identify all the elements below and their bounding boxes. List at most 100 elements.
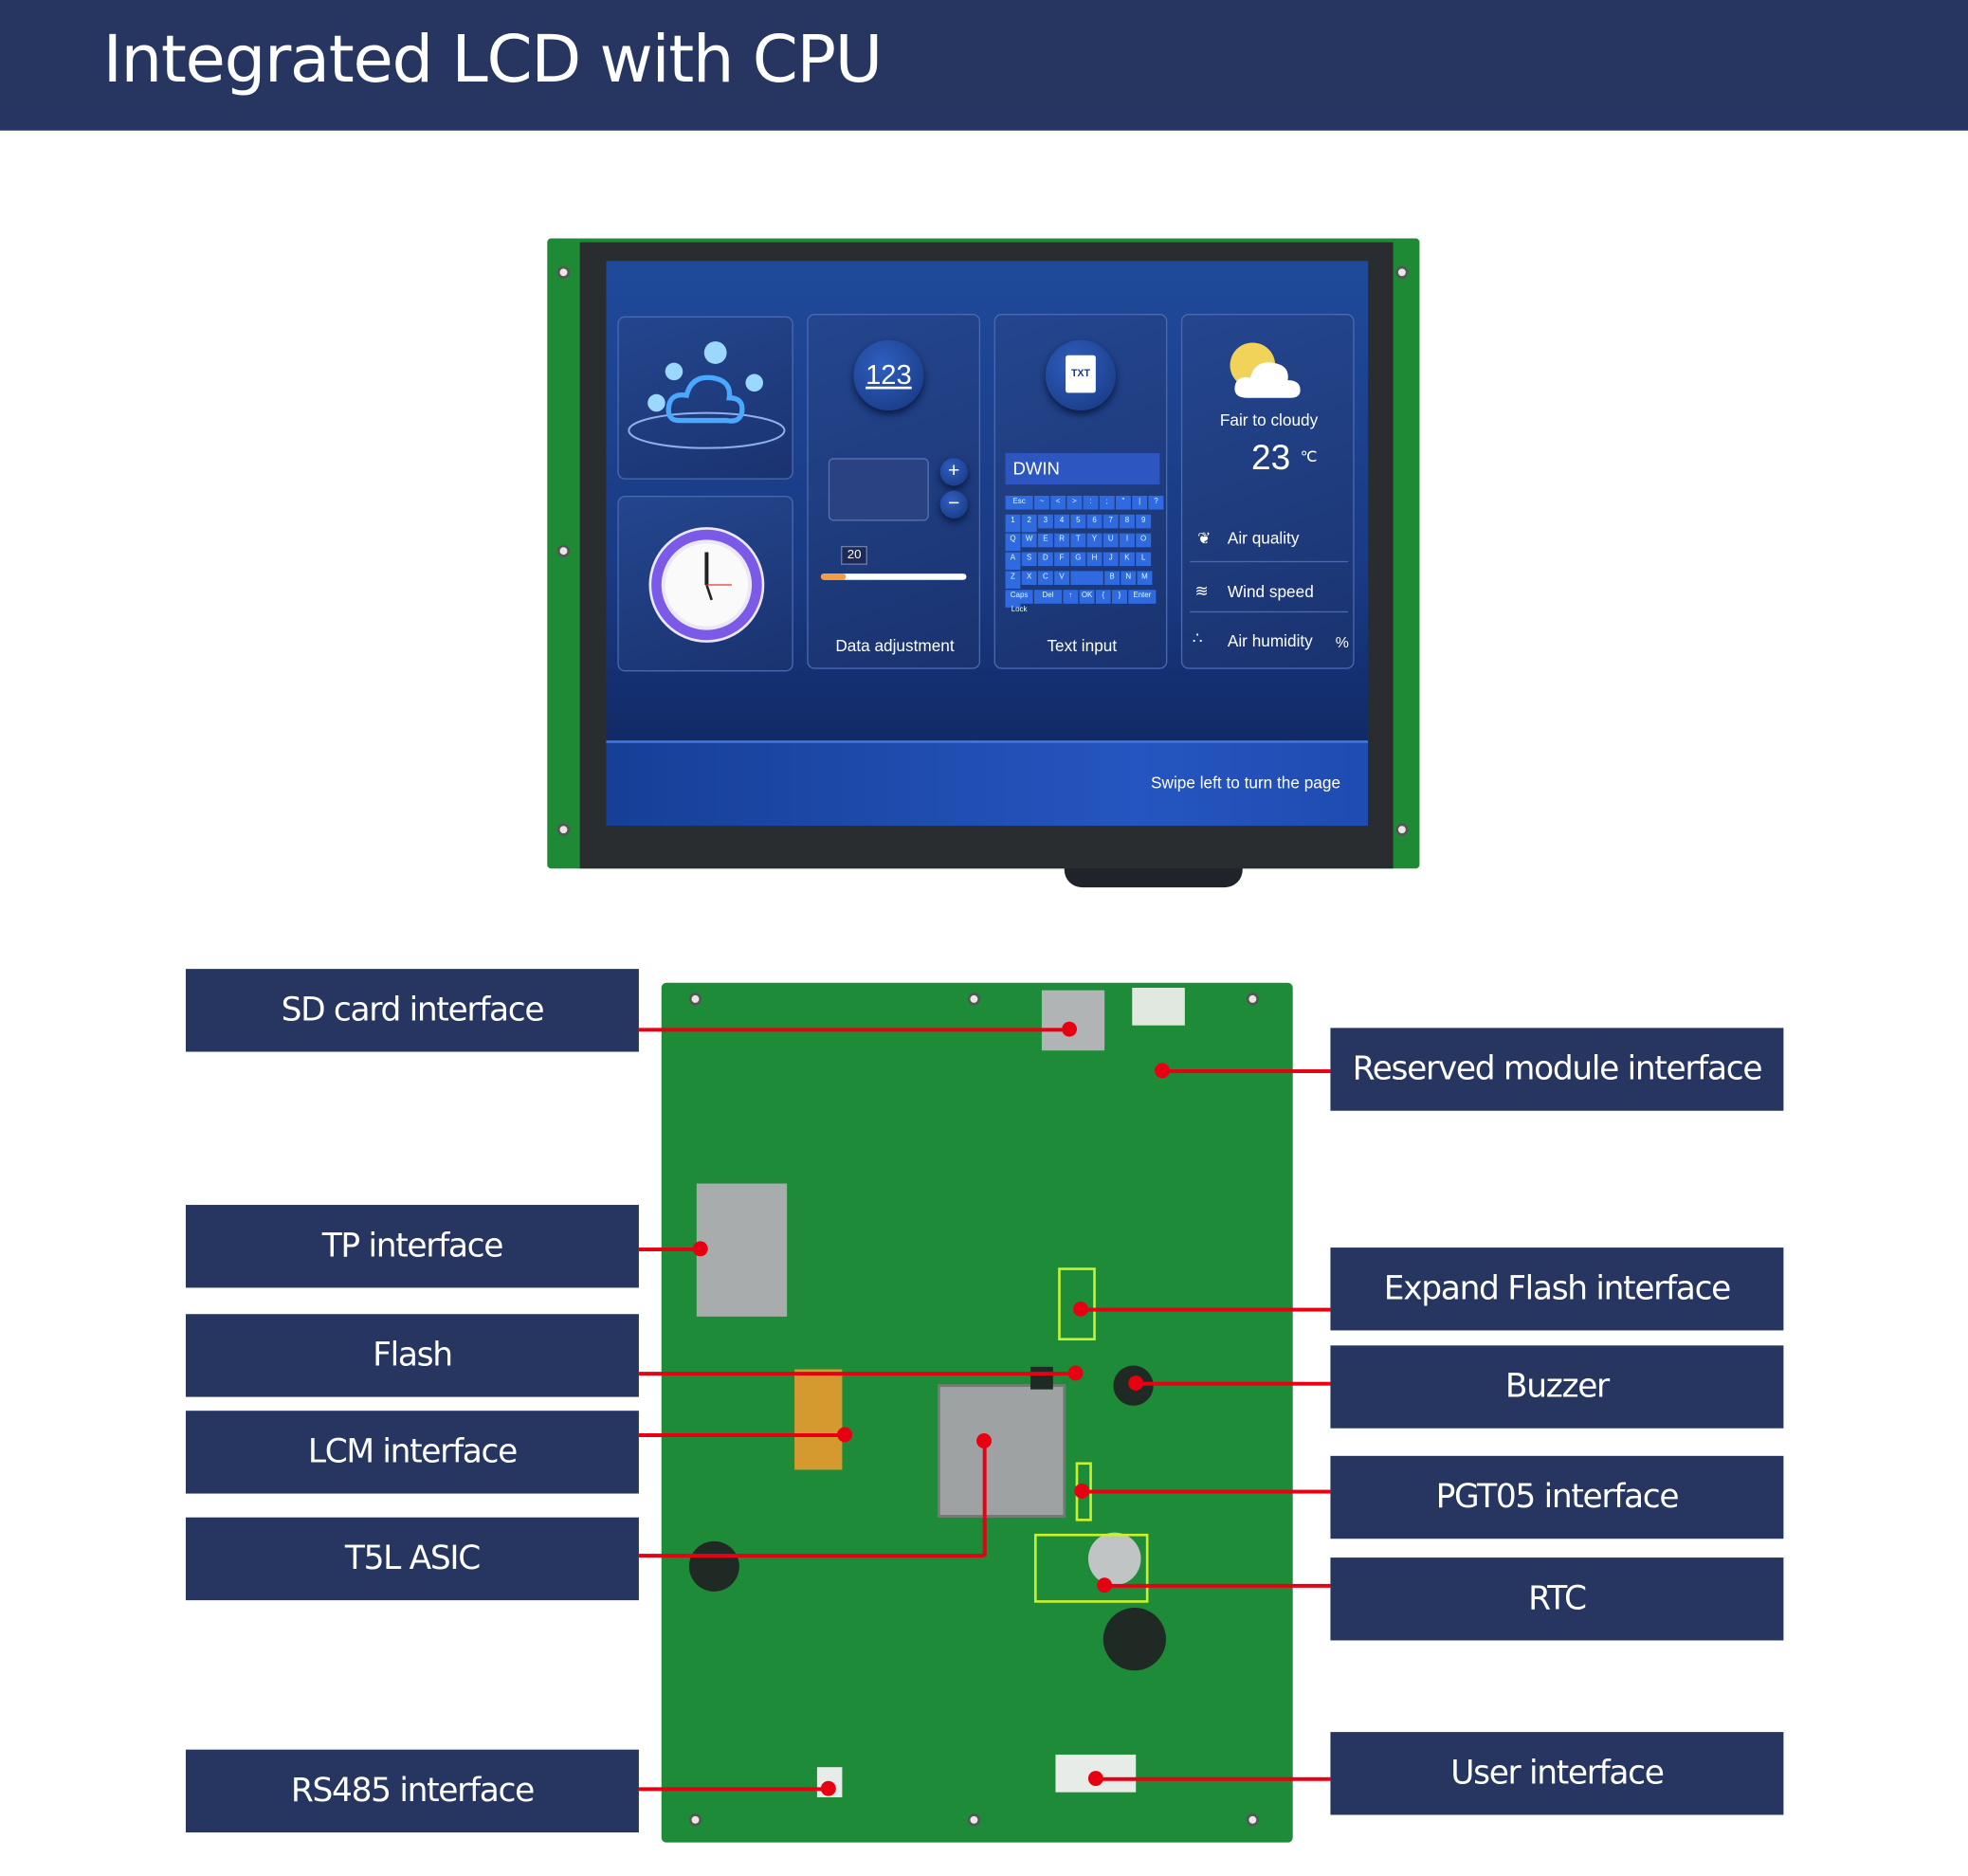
humidity-unit: % [1335,633,1349,652]
pointer-dot [1074,1483,1090,1499]
key[interactable]: S [1021,552,1037,567]
key[interactable]: J [1102,552,1119,567]
weather-condition: Fair to cloudy [1219,410,1319,429]
txt-file-icon: TXT [1045,339,1117,410]
key[interactable]: E [1037,533,1053,548]
key[interactable]: M [1137,571,1153,585]
tile-cloud [617,316,793,480]
tile-label: Data adjustment [835,636,955,656]
key[interactable]: < [1050,495,1066,510]
key[interactable]: F [1054,552,1070,567]
pointer-line [982,1440,987,1557]
key[interactable]: { [1095,590,1111,604]
key[interactable]: 9 [1136,514,1152,529]
minus-button[interactable]: − [939,490,968,519]
key[interactable]: G [1070,552,1086,567]
key[interactable]: R [1054,533,1070,548]
key[interactable]: Enter [1128,590,1157,604]
keyboard-row: ASDFGHJKL← [1005,552,1166,589]
key[interactable]: Z [1005,571,1021,585]
key[interactable]: " [1116,495,1131,510]
wind-icon: ≋ [1194,581,1209,600]
tile-label: Text input [1047,636,1118,656]
key[interactable]: : [1083,495,1099,510]
mount-hole [556,823,571,836]
pointer-line [1095,1776,1331,1781]
pointer-line [1082,1489,1331,1494]
key[interactable]: Del [1033,590,1063,604]
key[interactable]: ↑ [1063,590,1079,604]
lcm-fpc-connector [794,1369,843,1470]
mount-hole [688,1813,702,1827]
tile-weather[interactable]: Fair to cloudy 23 ℃ ❦ Air quality ≋ Wind… [1180,314,1355,669]
key[interactable]: 6 [1086,514,1102,529]
key[interactable]: 8 [1120,514,1135,529]
humidity-icon: ∴ [1192,628,1203,648]
key[interactable]: Y [1086,533,1102,548]
mount-hole [688,993,702,1006]
key[interactable] [1070,571,1103,585]
key[interactable]: ? [1148,495,1164,510]
pointer-dot [837,1427,852,1443]
key[interactable]: O [1136,533,1152,548]
key[interactable]: } [1112,590,1127,604]
key[interactable]: OK [1079,590,1095,604]
key[interactable]: K [1120,552,1135,567]
pointer-line [1162,1069,1331,1074]
slider-track[interactable] [820,574,967,580]
pointer-line [1136,1381,1331,1386]
key[interactable]: C [1037,571,1053,585]
key[interactable]: Caps Lock [1005,590,1033,613]
key[interactable]: L [1136,552,1152,567]
label-pgt05: PGT05 interface [1330,1455,1784,1539]
key[interactable]: V [1054,571,1070,585]
key[interactable]: D [1037,552,1053,567]
keyboard-row: Esc~<>:;"|?—+ [1005,495,1166,533]
mount-hole [1395,265,1409,279]
label-rtc: RTC [1330,1557,1784,1641]
key[interactable]: 1 [1005,514,1021,529]
sd-card-slot [1041,990,1105,1051]
on-screen-keyboard[interactable]: Esc~<>:;"|?—+1234567890QWERTYUIOPASDFGHJ… [1005,495,1166,613]
key[interactable]: Q [1005,533,1021,548]
pointer-dot [1087,1771,1103,1787]
divider [1190,560,1348,563]
key[interactable]: 4 [1054,514,1070,529]
key[interactable]: I [1120,533,1135,548]
key[interactable]: X [1021,571,1037,585]
key[interactable]: W [1021,533,1037,548]
page-title: Integrated LCD with CPU [102,22,884,99]
pointer-dot [1062,1021,1077,1037]
tp-connector [696,1183,788,1317]
key[interactable]: H [1086,552,1102,567]
air-quality-label: Air quality [1227,528,1300,548]
tile-data-adjustment[interactable]: 123 + − 20 Data adjustment [807,314,981,669]
key[interactable]: ~ [1033,495,1049,510]
key[interactable]: B [1104,571,1121,585]
pointer-line [1104,1583,1331,1588]
footer-band[interactable]: Swipe left to turn the page [606,740,1369,827]
keyboard-row: QWERTYUIOP [1005,533,1166,571]
pointer-line [1080,1307,1331,1312]
key[interactable]: 2 [1021,514,1037,529]
key[interactable]: > [1066,495,1083,510]
label-reserved-module: Reserved module interface [1330,1028,1784,1111]
key[interactable]: N [1121,571,1137,585]
key[interactable]: A [1005,552,1021,567]
slider-fill [820,574,847,580]
key[interactable]: U [1102,533,1119,548]
key[interactable]: Esc [1005,495,1033,510]
tile-text-input[interactable]: TXT DWIN Esc~<>:;"|?—+1234567890QWERTYUI… [993,314,1168,669]
key[interactable]: 3 [1037,514,1053,529]
key[interactable]: 5 [1070,514,1086,529]
mount-hole [1246,1813,1259,1827]
pointer-dot [1155,1063,1170,1079]
key[interactable]: 7 [1102,514,1119,529]
key[interactable]: | [1132,495,1148,510]
slider-value: 20 [841,545,868,565]
key[interactable]: ; [1099,495,1115,510]
key[interactable]: T [1070,533,1086,548]
text-input-field[interactable]: DWIN [1005,452,1160,485]
plus-button[interactable]: + [939,458,968,486]
pointer-dot [1073,1301,1088,1317]
